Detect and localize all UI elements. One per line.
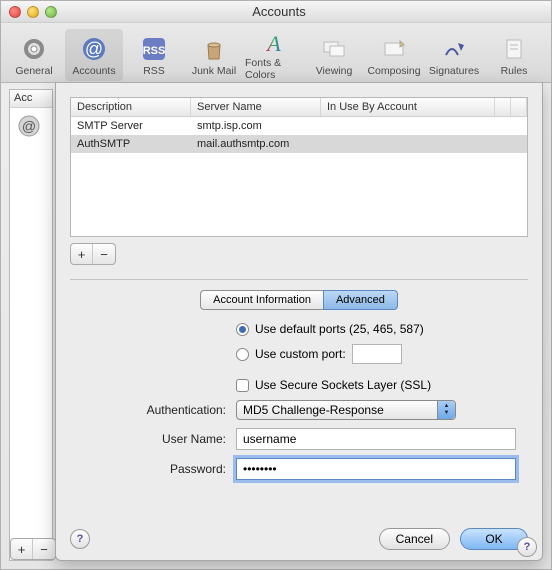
col-spacer [495,98,511,116]
toolbar-rss[interactable]: RSS RSS [125,29,183,81]
table-row[interactable]: AuthSMTP mail.authsmtp.com [71,135,527,153]
custom-port-label: Use custom port: [255,347,346,361]
cell-description: AuthSMTP [71,135,191,153]
add-account-button[interactable]: + [11,539,33,559]
smtp-sheet: Description Server Name In Use By Accoun… [55,83,543,561]
svg-text:A: A [265,31,281,56]
password-field[interactable] [236,458,516,480]
auth-label: Authentication: [78,403,236,417]
checkbox-ssl[interactable] [236,379,249,392]
cell-inuse [321,135,495,153]
toolbar-label: Rules [501,65,528,77]
toolbar-fonts[interactable]: A Fonts & Colors [245,29,303,81]
trash-icon [198,33,230,65]
toolbar-composing[interactable]: Composing [365,29,423,81]
toolbar-label: Composing [367,65,420,77]
gear-icon [18,33,50,65]
separator [70,279,528,280]
rss-icon: RSS [138,33,170,65]
cell-server: mail.authsmtp.com [191,135,321,153]
col-in-use[interactable]: In Use By Account [321,98,495,116]
add-server-button[interactable]: + [71,244,93,264]
toolbar-general[interactable]: General [5,29,63,81]
toolbar-label: Accounts [72,65,115,77]
username-label: User Name: [78,432,236,446]
fonts-icon: A [258,29,290,57]
remove-server-button[interactable]: − [93,244,115,264]
svg-text:@: @ [85,39,103,59]
account-row[interactable]: @ [10,108,52,147]
cell-server: smtp.isp.com [191,117,321,135]
table-row[interactable]: SMTP Server smtp.isp.com [71,117,527,135]
toolbar-accounts[interactable]: @ Accounts [65,29,123,81]
toolbar-junk[interactable]: Junk Mail [185,29,243,81]
titlebar: Accounts [1,1,551,23]
toolbar-label: Viewing [316,65,353,77]
cell-description: SMTP Server [71,117,191,135]
default-ports-label: Use default ports (25, 465, 587) [255,322,424,336]
select-arrows-icon [437,401,455,419]
custom-port-field[interactable] [352,344,402,364]
auth-select[interactable]: MD5 Challenge-Response [236,400,456,420]
toolbar: General @ Accounts RSS RSS Junk Mail A F… [1,23,551,83]
accounts-sidebar: Acc @ + − [9,89,53,561]
content-area: Acc @ + − Description Server Name In Use… [9,89,543,561]
svg-text:RSS: RSS [143,45,166,57]
accounts-add-remove: + − [10,538,56,560]
svg-text:@: @ [22,118,36,134]
toolbar-label: Signatures [429,65,479,77]
cell-inuse [321,117,495,135]
server-add-remove: + − [70,243,116,265]
col-description[interactable]: Description [71,98,191,116]
window-title: Accounts [7,4,551,19]
col-spacer [511,98,527,116]
remove-account-button[interactable]: − [33,539,55,559]
toolbar-rules[interactable]: Rules [485,29,543,81]
viewing-icon [318,33,350,65]
sheet-footer: ? Cancel OK [70,518,528,550]
radio-default-ports[interactable] [236,323,249,336]
password-label: Password: [78,462,236,476]
preferences-window: Accounts General @ Accounts RSS RSS Junk… [0,0,552,570]
ssl-label: Use Secure Sockets Layer (SSL) [255,378,431,392]
rules-icon [498,33,530,65]
radio-custom-port[interactable] [236,348,249,361]
tab-account-info[interactable]: Account Information [200,290,323,310]
table-header: Description Server Name In Use By Accoun… [71,98,527,117]
cancel-button[interactable]: Cancel [379,528,450,550]
help-button-outer[interactable]: ? [517,537,537,557]
signatures-icon [438,33,470,65]
accounts-sidebar-header: Acc [10,90,52,108]
composing-icon [378,33,410,65]
toolbar-label: Junk Mail [192,65,236,77]
auth-value: MD5 Challenge-Response [243,403,384,417]
username-field[interactable] [236,428,516,450]
tab-advanced[interactable]: Advanced [323,290,398,310]
tab-bar: Account Information Advanced [70,290,528,310]
toolbar-label: General [15,65,52,77]
help-button[interactable]: ? [70,529,90,549]
advanced-form: Use default ports (25, 465, 587) Use cus… [70,322,528,480]
toolbar-label: Fonts & Colors [245,57,303,81]
toolbar-label: RSS [143,65,165,77]
smtp-server-table: Description Server Name In Use By Accoun… [70,97,528,237]
at-icon: @ [14,114,44,138]
at-icon: @ [78,33,110,65]
toolbar-viewing[interactable]: Viewing [305,29,363,81]
col-server-name[interactable]: Server Name [191,98,321,116]
toolbar-signatures[interactable]: Signatures [425,29,483,81]
